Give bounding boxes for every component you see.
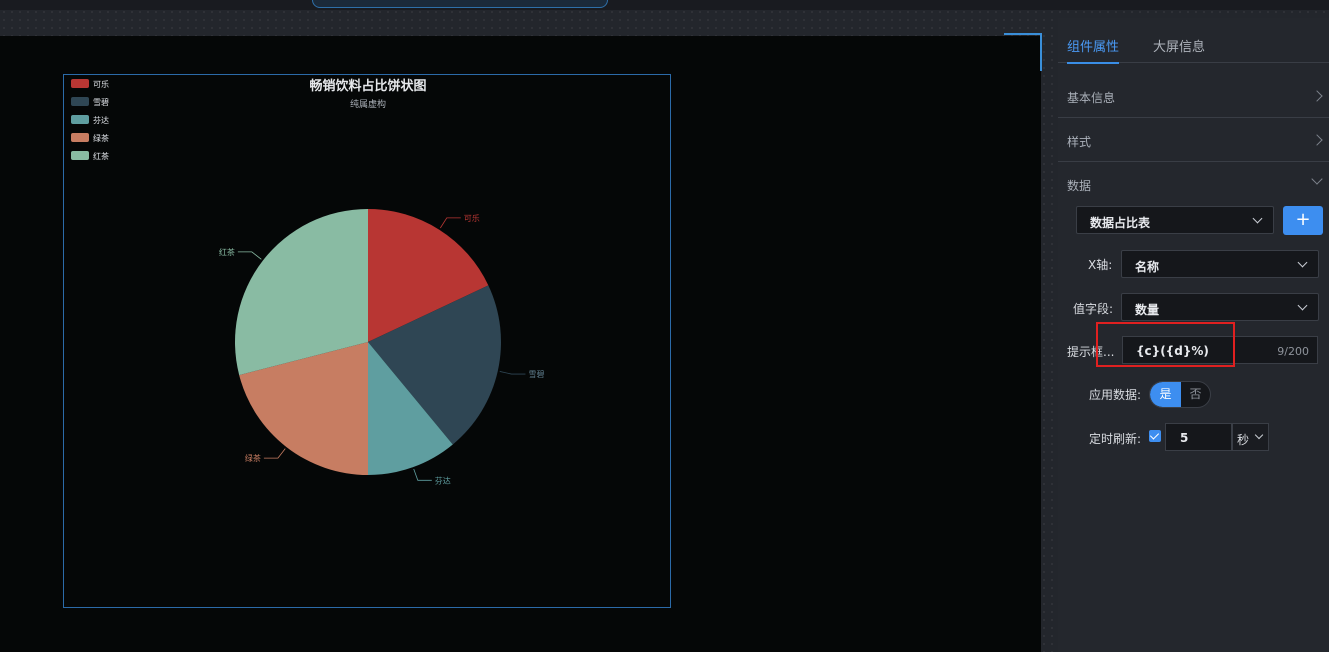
tooltip-char-count: 9/200 <box>1277 345 1309 358</box>
pie-slice-label: 红茶 <box>219 247 235 257</box>
legend-swatch <box>71 79 89 88</box>
section-data[interactable]: 数据 <box>1058 162 1329 205</box>
chevron-right-icon <box>1311 134 1323 146</box>
top-tab-decoration <box>312 0 608 8</box>
panel-tabs: 组件属性 大屏信息 <box>1058 18 1329 64</box>
section-basic-info[interactable]: 基本信息 <box>1058 74 1329 118</box>
pie-slice-label: 绿茶 <box>245 453 261 463</box>
legend-label: 雪碧 <box>93 97 109 107</box>
pie-label-line <box>439 217 461 229</box>
data-source-select[interactable]: 数据占比表 <box>1076 206 1274 234</box>
tab-screen-info[interactable]: 大屏信息 <box>1153 36 1205 55</box>
add-data-source-button[interactable]: + <box>1283 206 1323 235</box>
chart-subtitle: 纯属虚构 <box>350 98 386 110</box>
pie-slice-label: 可乐 <box>464 213 480 223</box>
pie-slice-label: 雪碧 <box>528 369 544 379</box>
apply-yes-option[interactable]: 是 <box>1150 382 1181 407</box>
refresh-unit-value: 秒 <box>1237 433 1250 447</box>
chart-legend: 可乐雪碧芬达绿茶红茶 <box>71 79 109 161</box>
legend-label: 芬达 <box>93 115 109 125</box>
x-axis-label: X轴: <box>1088 258 1113 272</box>
chevron-down-icon <box>1297 257 1308 268</box>
refresh-interval-value: 5 <box>1180 431 1189 445</box>
legend-item[interactable]: 绿茶 <box>71 133 109 143</box>
legend-label: 可乐 <box>93 79 109 89</box>
x-axis-value: 名称 <box>1135 260 1160 274</box>
refresh-interval-input[interactable]: 5 <box>1165 423 1232 451</box>
chevron-down-icon <box>1254 430 1264 440</box>
legend-label: 红茶 <box>93 151 109 161</box>
section-basic-info-label: 基本信息 <box>1067 91 1116 105</box>
legend-label: 绿茶 <box>93 133 109 143</box>
apply-data-toggle[interactable]: 是 否 <box>1149 381 1211 408</box>
legend-swatch <box>71 97 89 106</box>
value-field-select[interactable]: 数量 <box>1121 293 1319 321</box>
pie-slice-label: 芬达 <box>435 475 451 485</box>
pie-label-line <box>413 468 432 481</box>
chevron-down-icon <box>1297 300 1308 311</box>
chevron-right-icon <box>1311 90 1323 102</box>
legend-item[interactable]: 芬达 <box>71 115 109 125</box>
canvas-corner-marker <box>1004 33 1042 71</box>
section-style-label: 样式 <box>1067 135 1092 149</box>
tab-component-properties[interactable]: 组件属性 <box>1067 36 1120 64</box>
refresh-checkbox[interactable] <box>1149 430 1161 442</box>
pie-label-line <box>263 448 286 459</box>
pie-label-line <box>237 251 262 260</box>
pie-chart-svg: 畅销饮料占比饼状图 纯属虚构 可乐雪碧芬达绿茶红茶 可乐雪碧芬达绿茶红茶 <box>71 78 544 485</box>
data-source-value: 数据占比表 <box>1090 216 1151 230</box>
legend-swatch <box>71 151 89 160</box>
apply-data-label: 应用数据: <box>1089 388 1142 402</box>
pie-slices <box>235 209 502 475</box>
refresh-unit-select[interactable]: 秒 <box>1232 423 1269 451</box>
apply-no-option[interactable]: 否 <box>1181 382 1210 407</box>
legend-swatch <box>71 133 89 142</box>
chevron-down-icon <box>1252 213 1263 224</box>
legend-item[interactable]: 雪碧 <box>71 97 109 107</box>
section-data-label: 数据 <box>1067 179 1092 193</box>
legend-item[interactable]: 可乐 <box>71 79 109 89</box>
pie-label-line <box>499 371 526 375</box>
legend-item[interactable]: 红茶 <box>71 151 109 161</box>
value-field-value: 数量 <box>1135 303 1160 317</box>
highlight-annotation-box <box>1096 322 1235 367</box>
top-toolbar <box>0 0 1329 10</box>
pie-chart-component[interactable]: 畅销饮料占比饼状图 纯属虚构 可乐 雪碧 芬达 绿茶 红茶 可乐 雪碧 芬达 绿茶 红茶 <box>63 74 671 608</box>
section-style[interactable]: 样式 <box>1058 118 1329 162</box>
chart-title: 畅销饮料占比饼状图 <box>309 78 426 94</box>
value-field-label: 值字段: <box>1073 302 1114 316</box>
refresh-label: 定时刷新: <box>1089 432 1142 446</box>
chevron-down-icon <box>1311 173 1323 185</box>
legend-swatch <box>71 115 89 124</box>
x-axis-select[interactable]: 名称 <box>1121 250 1319 278</box>
